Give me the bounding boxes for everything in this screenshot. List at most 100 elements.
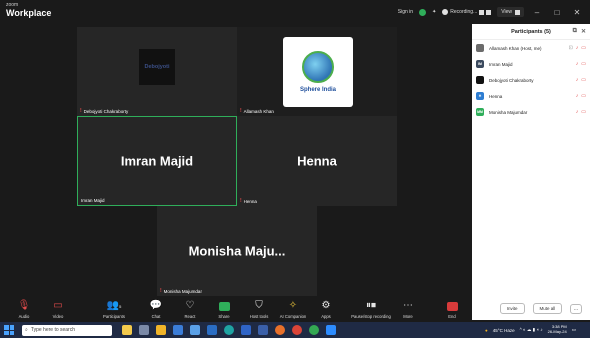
mic-off-icon[interactable]: ♪ xyxy=(576,61,579,67)
weather-icon[interactable]: ● xyxy=(485,328,488,333)
recording-label: Recording... xyxy=(450,9,478,15)
share-label: Share xyxy=(218,314,230,319)
weather-text[interactable]: 45°C Haze xyxy=(493,328,515,333)
apps-icon: ⚙ xyxy=(321,300,331,311)
taskbar-app-icon[interactable] xyxy=(173,325,183,335)
end-button[interactable]: End xyxy=(432,300,472,319)
chrome-icon[interactable] xyxy=(292,325,302,335)
end-label: End xyxy=(448,314,456,319)
mute-all-button[interactable]: Mute all xyxy=(532,303,563,314)
taskbar-app-icon[interactable] xyxy=(241,325,251,335)
notification-icon[interactable]: ▭ xyxy=(572,327,576,333)
more-icon: ⋯ xyxy=(403,300,413,311)
video-off-icon[interactable]: ▭ xyxy=(581,93,586,99)
mic-off-icon: ǃ xyxy=(240,198,242,204)
tile-big-name: Henna xyxy=(297,153,337,169)
panel-header-icons: ⧉ ✕ xyxy=(573,28,586,35)
mic-off-icon: ǃ xyxy=(240,108,242,114)
participant-status-icons: ♪ ▭ xyxy=(576,61,586,67)
taskbar-app-icon[interactable] xyxy=(190,325,200,335)
taskbar-search[interactable]: ⌕ Type here to search xyxy=(22,324,112,336)
view-label: View xyxy=(501,9,512,15)
grid-view-icon xyxy=(515,9,520,15)
video-off-icon: ▭ xyxy=(53,300,63,311)
participant-row[interactable]: Debojyoti Chakraborty ♪ ▭ xyxy=(472,72,590,88)
participant-row[interactable]: Allamash Khan (Host, me) ⊡ ♪ ▭ xyxy=(472,40,590,56)
maximize-button[interactable]: □ xyxy=(550,8,564,17)
video-button[interactable]: ▭ Video xyxy=(38,300,78,319)
title-bar: zoom Workplace Sign in ✦ Recording... Vi… xyxy=(0,0,590,24)
search-placeholder: Type here to search xyxy=(30,327,76,333)
participant-name: Imran Majid xyxy=(489,61,513,67)
view-button[interactable]: View xyxy=(497,7,524,17)
title-bar-right: Sign in ✦ Recording... View – □ ✕ xyxy=(398,6,584,18)
taskbar-app-icon[interactable] xyxy=(207,325,217,335)
task-view-icon[interactable] xyxy=(139,325,149,335)
video-off-icon[interactable]: ▭ xyxy=(581,109,586,115)
tile-big-name: Monisha Maju... xyxy=(188,243,286,259)
windows-start-icon[interactable] xyxy=(4,325,14,335)
edge-icon[interactable] xyxy=(224,325,234,335)
avatar: MM xyxy=(476,108,484,116)
participants-count: 5 xyxy=(119,304,122,309)
debojyoti-logo-text: Debojyoti xyxy=(144,64,170,70)
video-off-icon[interactable]: ▭ xyxy=(581,77,586,83)
globe-icon xyxy=(302,51,334,83)
participant-status-icons: ⊡ ♪ ▭ xyxy=(569,45,586,51)
share-button[interactable]: Share xyxy=(204,300,244,319)
recording-indicator[interactable]: Recording... xyxy=(442,9,492,15)
end-call-icon xyxy=(432,300,472,312)
tile-name: Monisha Majumdar xyxy=(163,288,202,294)
security-shield-icon[interactable] xyxy=(419,8,427,16)
windows-taskbar: ⌕ Type here to search ● 45°C Haze ^ ◐ ☁ … xyxy=(0,322,590,338)
participants-label: Participants xyxy=(103,314,125,319)
participants-panel: Participants (5) ⧉ ✕ Allamash Khan (Host… xyxy=(472,24,590,320)
more-button[interactable]: ⋯ More xyxy=(388,300,428,319)
tile-big-name: Imran Majid xyxy=(120,153,194,169)
stop-recording-icon[interactable] xyxy=(486,9,492,15)
firefox-icon[interactable] xyxy=(275,325,285,335)
video-off-icon[interactable]: ▭ xyxy=(581,61,586,67)
mic-off-icon[interactable]: ♪ xyxy=(576,109,579,115)
apps-button[interactable]: ⚙ Apps xyxy=(306,300,346,319)
zoom-app-icon[interactable] xyxy=(326,325,336,335)
participant-status-icons: ♪ ▭ xyxy=(576,93,586,99)
clock[interactable]: 3:38 PM 26-May-24 xyxy=(548,325,567,334)
participant-row[interactable]: H Henna ♪ ▭ xyxy=(472,88,590,104)
taskbar-app-icon[interactable] xyxy=(122,325,132,335)
video-tile-henna[interactable]: Henna ǃ Henna xyxy=(237,116,397,206)
participants-header: Participants (5) ⧉ ✕ xyxy=(472,24,590,40)
pause-recording-icon[interactable] xyxy=(479,9,485,15)
sign-in-link[interactable]: Sign in xyxy=(398,9,413,15)
tile-name-strip: ǃ Monisha Majumdar xyxy=(160,288,202,294)
participant-status-icons: ♪ ▭ xyxy=(576,109,586,115)
mic-off-icon[interactable]: ♪ xyxy=(576,93,579,99)
participants-button[interactable]: 👥5 Participants xyxy=(94,300,134,319)
mic-off-icon[interactable]: ♪ xyxy=(576,45,579,51)
lock-icon[interactable]: ✦ xyxy=(432,9,436,15)
taskbar-app-icon[interactable] xyxy=(258,325,268,335)
mic-off-icon[interactable]: ♪ xyxy=(576,77,579,83)
video-tile-imran[interactable]: Imran Majid Imran Majid xyxy=(77,116,237,206)
popout-icon[interactable]: ⧉ xyxy=(573,28,577,35)
participants-footer: Invite Mute all ... xyxy=(472,303,590,314)
invite-button[interactable]: Invite xyxy=(499,303,525,314)
search-icon: ⌕ xyxy=(25,327,28,333)
video-tile-debojyoti[interactable]: Debojyoti ǃ Debojyoti Chakraborty xyxy=(77,27,237,116)
close-button[interactable]: ✕ xyxy=(570,8,584,17)
tray-icons[interactable]: ^ ◐ ☁ ▮ ◖ ♪ xyxy=(520,327,543,333)
more-options-button[interactable]: ... xyxy=(570,304,582,314)
chrome-icon[interactable] xyxy=(309,325,319,335)
screen-share-icon: ⊡ xyxy=(568,45,573,51)
close-panel-icon[interactable]: ✕ xyxy=(581,28,586,35)
taskbar-apps xyxy=(122,325,336,335)
file-explorer-icon[interactable] xyxy=(156,325,166,335)
system-tray: ● 45°C Haze ^ ◐ ☁ ▮ ◖ ♪ 3:38 PM 26-May-2… xyxy=(485,322,576,338)
minimize-button[interactable]: – xyxy=(530,8,544,17)
participant-row[interactable]: IM Imran Majid ♪ ▭ xyxy=(472,56,590,72)
video-off-icon[interactable]: ▭ xyxy=(581,45,586,51)
video-tile-monisha[interactable]: Monisha Maju... ǃ Monisha Majumdar xyxy=(157,206,317,296)
participant-row[interactable]: MM Monisha Majumdar ♪ ▭ xyxy=(472,104,590,120)
participants-list: Allamash Khan (Host, me) ⊡ ♪ ▭ IM Imran Majid… xyxy=(472,40,590,120)
participant-name: Henna xyxy=(489,93,503,99)
